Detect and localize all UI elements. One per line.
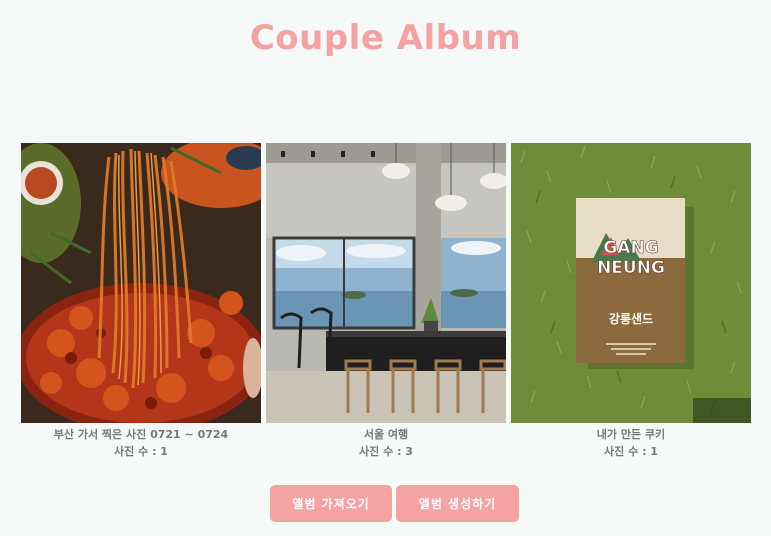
album-photo-count: 사진 수 : 1 [604, 445, 658, 458]
album-thumbnail-cookie-box[interactable]: GANG NEUNG 강릉샌드 [511, 143, 751, 423]
album-name: 서울 여행 [363, 428, 409, 441]
album-thumbnail-food[interactable] [21, 143, 261, 423]
cookie-box-brand-line1: GANG [603, 238, 658, 258]
album-photo-count: 사진 수 : 3 [359, 445, 413, 458]
page-title: Couple Album [249, 18, 522, 58]
album-photo-count: 사진 수 : 1 [114, 445, 168, 458]
import-album-button[interactable]: 앨범 가져오기 [270, 485, 392, 522]
cookie-box-korean-label: 강릉샌드 [609, 311, 653, 326]
album-actions: 앨범 가져오기 앨범 생성하기 [0, 485, 771, 522]
create-album-button[interactable]: 앨범 생성하기 [396, 485, 519, 522]
album-card-cookie[interactable]: GANG NEUNG 강릉샌드 내가 만든 쿠키 사진 수 : 1 [511, 143, 751, 460]
album-card-busan[interactable]: 부산 가서 찍은 사진 0721 ~ 0724 사진 수 : 1 [21, 143, 261, 460]
album-list: 부산 가서 찍은 사진 0721 ~ 0724 사진 수 : 1 서울 여행 사… [21, 143, 751, 460]
album-thumbnail-cafe[interactable] [266, 143, 506, 423]
album-card-seoul[interactable]: 서울 여행 사진 수 : 3 [266, 143, 506, 460]
album-name: 내가 만든 쿠키 [596, 428, 666, 441]
album-name: 부산 가서 찍은 사진 0721 ~ 0724 [53, 428, 229, 441]
cookie-box-brand-line2: NEUNG [597, 258, 665, 278]
